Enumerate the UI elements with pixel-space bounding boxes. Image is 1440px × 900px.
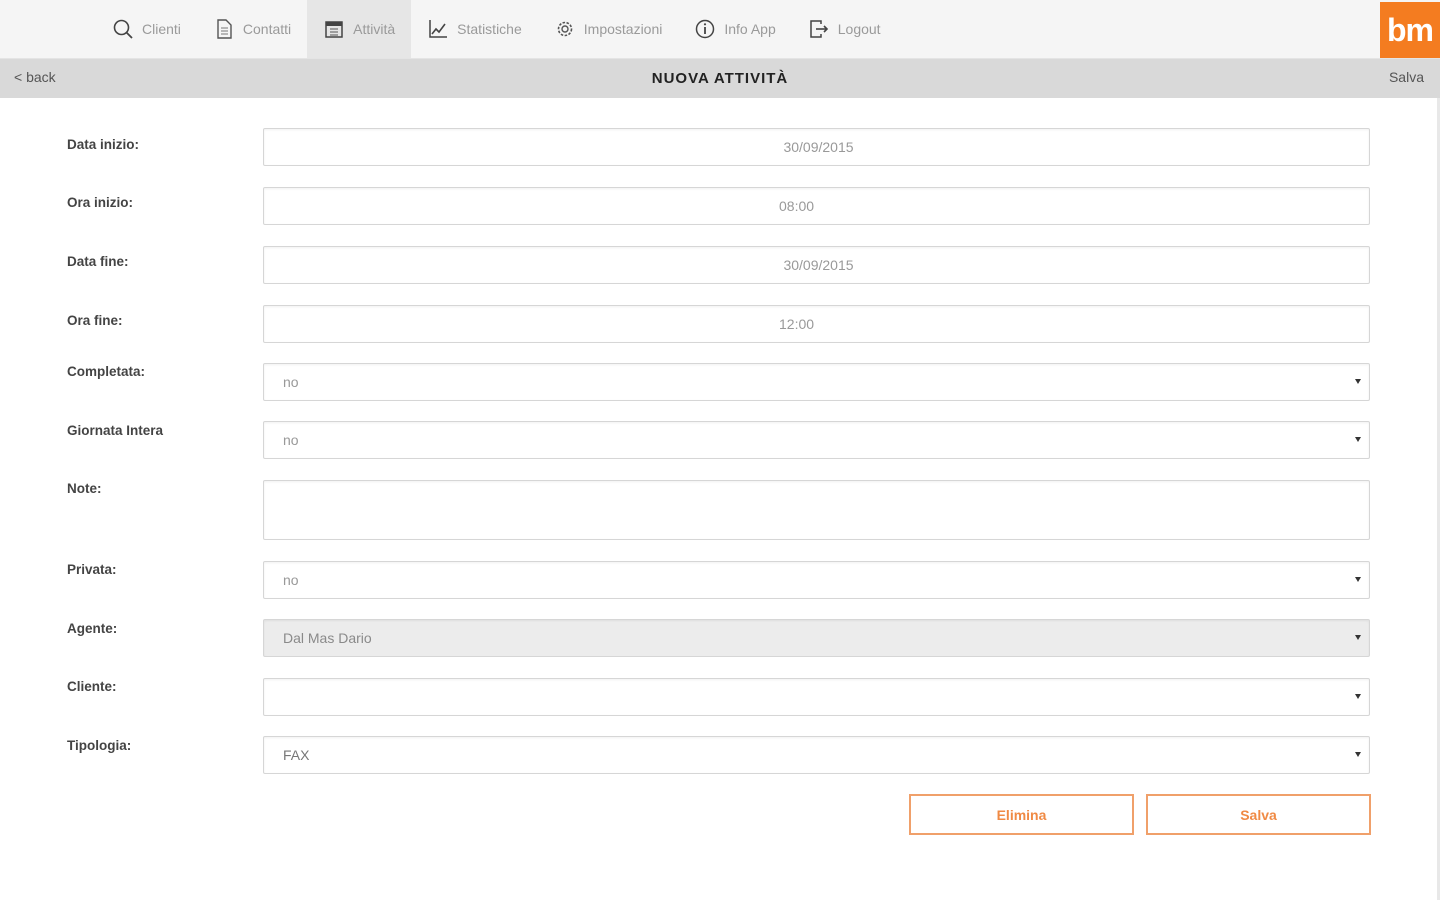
- calendar-icon: [323, 18, 345, 40]
- page-title: NUOVA ATTIVITÀ: [651, 70, 789, 87]
- agente-value: Dal Mas Dario: [283, 630, 372, 646]
- nav-item-label: Logout: [837, 21, 881, 37]
- privata-select[interactable]: no: [263, 561, 1370, 599]
- chevron-down-icon: [1355, 694, 1361, 699]
- save-button[interactable]: Salva: [1146, 794, 1371, 835]
- nav-item-clienti[interactable]: Clienti: [96, 0, 197, 58]
- completata-select[interactable]: no: [263, 363, 1370, 401]
- chevron-down-icon: [1355, 577, 1361, 582]
- completata-value: no: [283, 374, 299, 390]
- chevron-down-icon: [1355, 437, 1361, 442]
- nav-item-attivita[interactable]: Attività: [307, 0, 412, 58]
- document-icon: [213, 18, 235, 40]
- app-logo: bm: [1380, 2, 1440, 58]
- completata-label: Completata:: [67, 364, 146, 379]
- nav-item-label: Info App: [724, 21, 776, 37]
- cliente-label: Cliente:: [67, 679, 117, 694]
- ora-fine-field[interactable]: 12:00: [263, 305, 1370, 343]
- cliente-select[interactable]: [263, 678, 1370, 716]
- nav-item-label: Attività: [353, 21, 396, 37]
- giornata-intera-label: Giornata Intera: [67, 423, 164, 438]
- giornata-intera-select[interactable]: no: [263, 421, 1370, 459]
- nav-item-label: Statistiche: [457, 21, 522, 37]
- nav-item-contatti[interactable]: Contatti: [197, 0, 307, 58]
- ora-inizio-label: Ora inizio:: [67, 195, 134, 210]
- nav-item-logout[interactable]: Logout: [792, 0, 897, 58]
- data-inizio-label: Data inizio:: [67, 137, 140, 152]
- data-inizio-value: 30/09/2015: [783, 139, 854, 155]
- tipologia-label: Tipologia:: [67, 738, 132, 753]
- data-fine-field[interactable]: 30/09/2015: [263, 246, 1370, 284]
- giornata-intera-value: no: [283, 432, 299, 448]
- save-header-button[interactable]: Salva: [1389, 69, 1424, 85]
- chevron-down-icon: [1355, 752, 1361, 757]
- nav-item-label: Impostazioni: [583, 21, 663, 37]
- agente-select[interactable]: Dal Mas Dario: [263, 619, 1370, 657]
- nav-item-label: Clienti: [142, 21, 181, 37]
- data-fine-label: Data fine:: [67, 254, 129, 269]
- nav-item-info-app[interactable]: Info App: [678, 0, 791, 58]
- privata-value: no: [283, 572, 299, 588]
- data-fine-value: 30/09/2015: [783, 257, 854, 273]
- note-textarea[interactable]: [263, 480, 1370, 540]
- top-nav: Clienti Contatti Attività Statistiche Im…: [0, 0, 1440, 59]
- title-bar: < back NUOVA ATTIVITÀ Salva: [0, 59, 1440, 98]
- ora-fine-label: Ora fine:: [67, 313, 123, 328]
- chart-icon: [427, 18, 449, 40]
- nav-item-impostazioni[interactable]: Impostazioni: [538, 0, 679, 58]
- tipologia-select[interactable]: FAX: [263, 736, 1370, 774]
- data-inizio-field[interactable]: 30/09/2015: [263, 128, 1370, 166]
- tipologia-value: FAX: [283, 747, 310, 763]
- search-icon: [112, 18, 134, 40]
- nav-item-statistiche[interactable]: Statistiche: [411, 0, 538, 58]
- privata-label: Privata:: [67, 562, 117, 577]
- nav-item-label: Contatti: [242, 21, 292, 37]
- chevron-down-icon: [1355, 379, 1361, 384]
- ora-inizio-field[interactable]: 08:00: [263, 187, 1370, 225]
- note-label: Note:: [67, 481, 102, 496]
- delete-button[interactable]: Elimina: [909, 794, 1134, 835]
- chevron-down-icon: [1355, 635, 1361, 640]
- ora-inizio-value: 08:00: [779, 198, 815, 214]
- nav-menu: Clienti Contatti Attività Statistiche Im…: [96, 0, 897, 58]
- agente-label: Agente:: [67, 621, 118, 636]
- logout-icon: [808, 18, 830, 40]
- gear-icon: [554, 18, 576, 40]
- ora-fine-value: 12:00: [779, 316, 815, 332]
- info-icon: [694, 18, 716, 40]
